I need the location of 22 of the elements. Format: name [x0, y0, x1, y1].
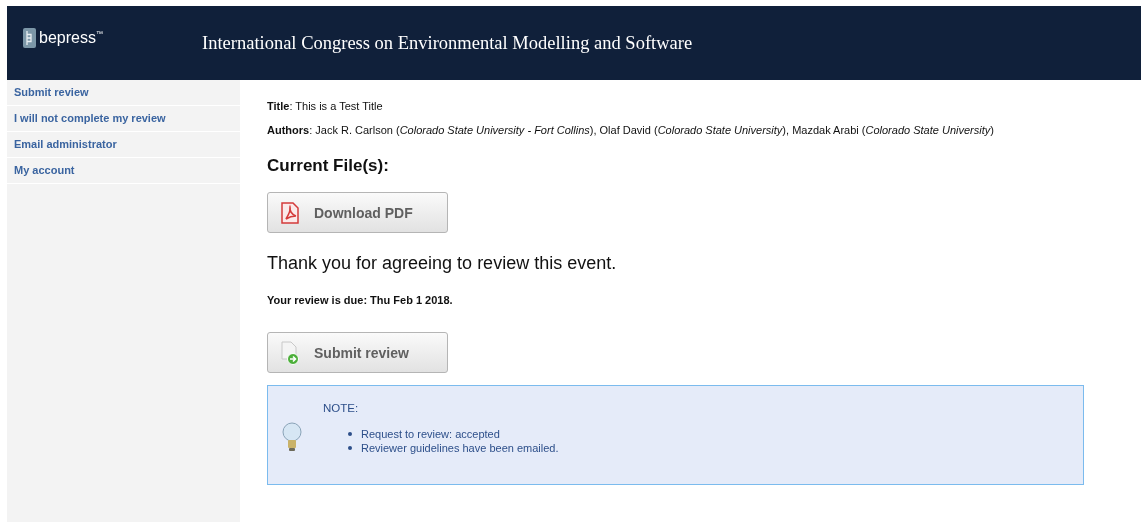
lightbulb-icon — [282, 422, 302, 452]
site-title: International Congress on Environmental Modelling and Software — [202, 32, 693, 54]
document-add-icon — [280, 340, 300, 365]
sidebar-link[interactable]: Email administrator — [7, 132, 240, 158]
section-heading: Current File(s): — [267, 156, 390, 176]
note-item-text: Reviewer guidelines have been emailed. — [361, 441, 559, 455]
note-item-text: Request to review: accepted — [361, 427, 500, 441]
sidebar-link[interactable]: Submit review — [7, 80, 240, 106]
sidebar-link[interactable]: I will not complete my review — [7, 106, 240, 132]
bullet-icon — [348, 432, 352, 436]
thank-you-message: Thank you for agreeing to review this event. — [267, 253, 618, 274]
due-date-text: Your review is due: Thu Feb 1 2018. — [267, 294, 454, 308]
note-heading: NOTE: — [323, 402, 360, 414]
detail-line: Authors: Jack R. Carlson (Colorado State University - Fort Collins), Olaf David (Colorado State University), Mazdak Arabi (Colorado State University) — [267, 124, 995, 136]
pdf-icon — [280, 201, 300, 224]
download-pdf-button[interactable]: Download PDF — [267, 192, 448, 233]
bullet-icon — [348, 446, 352, 450]
sidebar-link[interactable]: My account — [7, 158, 240, 184]
logo-icon — [23, 28, 36, 48]
detail-line: Title: This is a Test Title — [267, 100, 384, 112]
logo-text: bepress — [39, 29, 96, 47]
submit-review-button[interactable]: Submit review — [267, 332, 448, 373]
